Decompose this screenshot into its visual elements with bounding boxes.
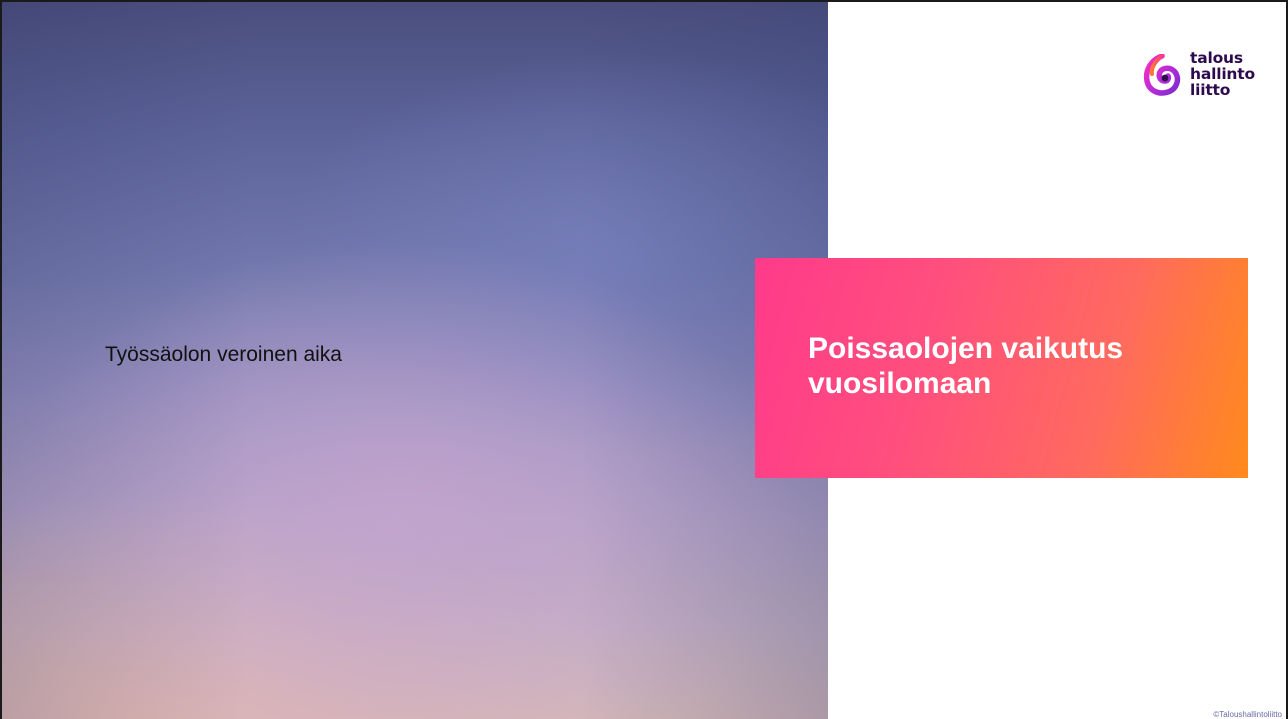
slide-title: Poissaolojen vaikutus vuosilomaan xyxy=(808,331,1123,401)
spiral-logo-icon xyxy=(1142,50,1182,96)
title-box: Poissaolojen vaikutus vuosilomaan xyxy=(755,258,1248,478)
slide-title-line-1: Poissaolojen vaikutus xyxy=(808,332,1124,365)
slide-title-line-2: vuosilomaan xyxy=(808,367,992,400)
logo-line-3: liitto xyxy=(1190,81,1231,99)
copyright-notice: ©Taloushallintoliitto xyxy=(1213,710,1282,719)
logo-line-2: hallinto xyxy=(1190,65,1255,83)
slide: Työssäolon veroinen aika Poissaolojen va… xyxy=(0,0,1288,719)
company-logo: talous hallinto liitto xyxy=(1142,50,1255,98)
slide-subtitle: Työssäolon veroinen aika xyxy=(105,343,342,366)
logo-wordmark: talous hallinto liitto xyxy=(1190,50,1255,98)
logo-line-1: talous xyxy=(1190,49,1243,67)
